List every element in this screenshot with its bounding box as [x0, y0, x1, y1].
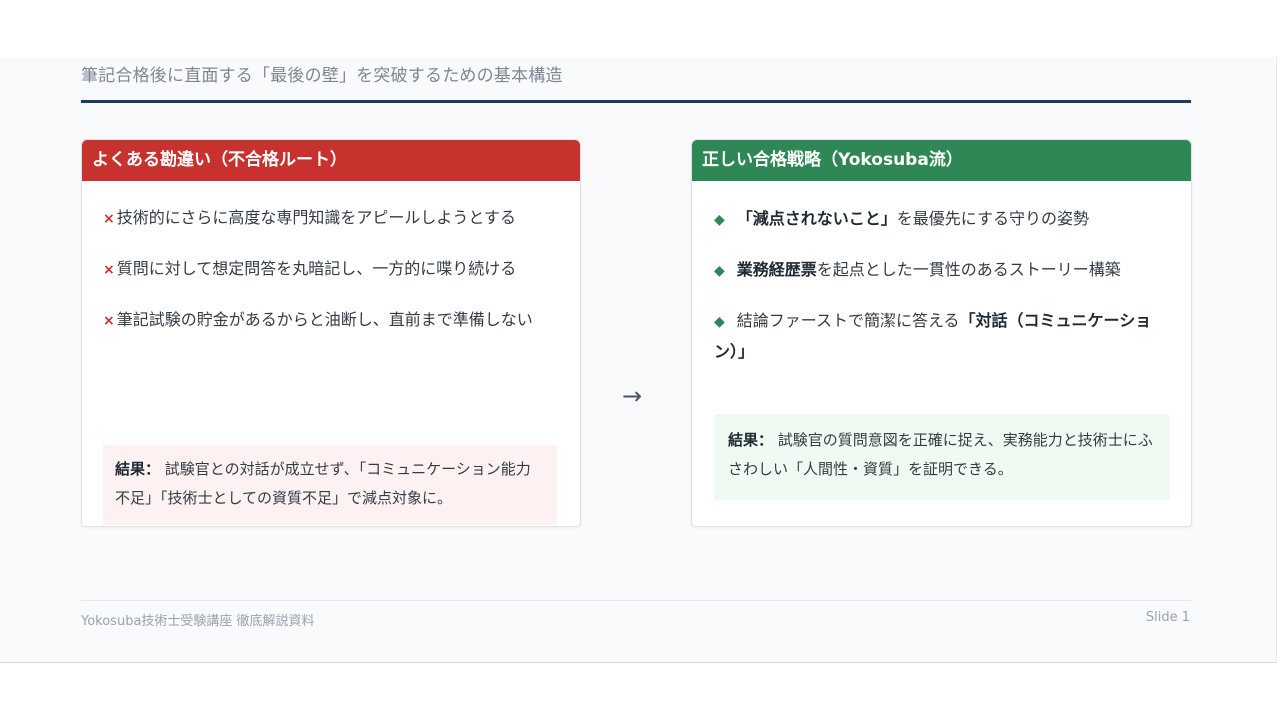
wrong-route-item: × 質問に対して想定問答を丸暗記し、一方的に喋り続ける: [103, 254, 559, 285]
title-rule: [81, 100, 1191, 103]
result-label: 結果：: [115, 460, 161, 478]
cross-icon: ×: [103, 211, 115, 227]
diamond-icon: ◆: [714, 263, 725, 279]
wrong-route-result: 結果： 試験官との対話が成立せず、「コミュニケーション能力不足」「技術士としての…: [103, 445, 557, 525]
strategy-item-text: 結論ファーストで簡潔に答える: [736, 311, 960, 330]
cross-icon: ×: [103, 262, 115, 278]
strategy-item-emphasis: 業務経歴票: [736, 260, 817, 279]
wrong-route-item: × 技術的にさらに高度な専門知識をアピールしようとする: [103, 203, 559, 234]
strategy-item: ◆ 「減点されないこと」を最優先にする守りの姿勢: [714, 204, 1160, 235]
diamond-icon: ◆: [714, 314, 725, 330]
strategy-item: ◆ 業務経歴票を起点とした一貫性のあるストーリー構築: [714, 255, 1160, 286]
cross-icon: ×: [103, 313, 115, 329]
strategy-item-text: を最優先にする守りの姿勢: [896, 209, 1089, 228]
strategy-item-text: を起点とした一貫性のあるストーリー構築: [816, 260, 1121, 279]
wrong-route-item-text: 技術的にさらに高度な専門知識をアピールしようとする: [116, 208, 516, 227]
wrong-route-item: × 筆記試験の貯金があるからと油断し、直前まで準備しない: [103, 305, 559, 336]
slide-number: Slide 1: [1145, 610, 1190, 625]
result-text: 試験官との対話が成立せず、「コミュニケーション能力不足」「技術士としての資質不足…: [115, 460, 531, 507]
strategy-item-emphasis: 「減点されないこと」: [736, 209, 897, 228]
correct-strategy-list: ◆ 「減点されないこと」を最優先にする守りの姿勢 ◆ 業務経歴票を起点とした一貫性の…: [714, 204, 1160, 387]
correct-strategy-card-title: 正しい合格戦略（Yokosuba流）: [692, 140, 1191, 181]
slide: 筆記合格後に直面する「最後の壁」を突破するための基本構造 よくある勘違い（不合格…: [0, 57, 1277, 663]
correct-strategy-result: 結果： 試験官の質問意図を正確に捉え、実務能力と技術士にふさわしい「人間性・資質…: [714, 414, 1170, 500]
wrong-route-item-text: 質問に対して想定問答を丸暗記し、一方的に喋り続ける: [116, 259, 517, 278]
result-text: 試験官の質問意図を正確に捉え、実務能力と技術士にふさわしい「人間性・資質」を証明…: [728, 431, 1153, 478]
wrong-route-card-title: よくある勘違い（不合格ルート）: [82, 140, 580, 181]
wrong-route-card: よくある勘違い（不合格ルート） × 技術的にさらに高度な専門知識をアピールしようと…: [81, 139, 581, 527]
slide-subtitle: 筆記合格後に直面する「最後の壁」を突破するための基本構造: [81, 66, 563, 86]
wrong-route-item-text: 筆記試験の貯金があるからと油断し、直前まで準備しない: [116, 310, 533, 329]
wrong-route-list: × 技術的にさらに高度な専門知識をアピールしようとする × 質問に対して想定問答を丸…: [103, 203, 559, 356]
footer-course-name: Yokosuba技術士受験講座 徹底解説資料: [81, 614, 315, 629]
right-arrow-icon: →: [622, 382, 643, 410]
diamond-icon: ◆: [714, 212, 725, 228]
footer-divider: [81, 600, 1191, 601]
result-label: 結果：: [728, 431, 774, 449]
correct-strategy-card: 正しい合格戦略（Yokosuba流） ◆ 「減点されないこと」を最優先にする守りの…: [691, 139, 1192, 527]
strategy-item: ◆ 結論ファーストで簡潔に答える「対話（コミュニケーション）」: [714, 306, 1160, 367]
